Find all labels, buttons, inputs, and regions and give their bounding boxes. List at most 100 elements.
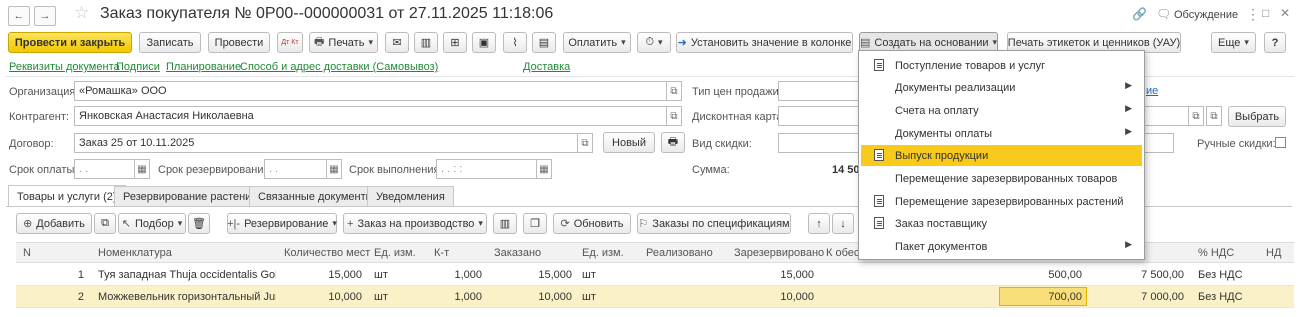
window-icon[interactable]: ❐ <box>523 213 547 234</box>
selection-button[interactable]: ↖ Подбор <box>118 213 186 234</box>
delete-row-icon[interactable]: 🗑 <box>188 213 210 234</box>
counterparty-field[interactable]: Янковская Анастасия Николаевна <box>74 106 668 126</box>
back-button[interactable]: ← <box>8 6 30 26</box>
move-down-icon[interactable]: ↓ <box>832 213 854 234</box>
col-places[interactable]: Количество мест <box>284 247 370 259</box>
menu-item-move-reserved-goods[interactable]: Перемещение зарезервированных товаров <box>861 168 1142 189</box>
link-planning[interactable]: Планирование <box>166 61 241 73</box>
reserve-term-field[interactable]: . . <box>264 159 328 179</box>
price-type-field[interactable] <box>778 81 860 101</box>
cell-sum: 7 500,00 <box>1141 269 1184 281</box>
col-sold[interactable]: Реализовано <box>646 247 713 259</box>
close-window-icon[interactable]: ✕ <box>1280 6 1290 20</box>
link-icon[interactable]: 🔗 <box>1132 7 1147 21</box>
form-icon[interactable]: ▤ <box>532 32 556 53</box>
barcode-icon[interactable]: ▥ <box>493 213 517 234</box>
reservation-button[interactable]: +|- Резервирование <box>227 213 337 234</box>
discussion-link[interactable]: Обсуждение <box>1174 9 1238 21</box>
exec-term-field[interactable]: . . : : <box>436 159 538 179</box>
organization-field[interactable]: «Ромашка» ООО <box>74 81 668 101</box>
favorite-star-icon[interactable]: ☆ <box>74 3 89 23</box>
menu-item-goods-receipt[interactable]: Поступление товаров и услуг <box>861 55 1142 76</box>
print-contract-icon[interactable]: 🖶 <box>661 132 685 153</box>
submenu-arrow-icon: ▶ <box>1125 126 1132 136</box>
copy-row-icon[interactable]: ⧉ <box>94 213 116 234</box>
menu-item-move-reserved-plants[interactable]: Перемещение зарезервированных растений <box>861 191 1142 212</box>
col-vat[interactable]: % НДС <box>1198 247 1234 259</box>
col-unit[interactable]: Ед. изм. <box>374 247 416 259</box>
barcode-icon[interactable]: ▥ <box>414 32 438 53</box>
menu-item-sales-docs[interactable]: Документы реализации ▶ <box>861 77 1142 98</box>
discount-type-field[interactable] <box>778 133 860 153</box>
open-icon[interactable]: ⧉ <box>666 106 682 126</box>
discount-type-field-tail[interactable] <box>1144 133 1174 153</box>
box-icon[interactable]: ▣ <box>472 32 496 53</box>
production-order-button[interactable]: + Заказ на производство <box>343 213 487 234</box>
link-document-details[interactable]: Реквизиты документа <box>9 61 120 73</box>
move-up-icon[interactable]: ↑ <box>808 213 830 234</box>
col-n[interactable]: N <box>23 247 31 259</box>
open-icon[interactable]: ⧉ <box>1188 106 1204 126</box>
link-signatures[interactable]: Подписи <box>116 61 160 73</box>
menu-item-invoices[interactable]: Счета на оплату ▶ <box>861 100 1142 121</box>
structure-icon[interactable]: ⊞ <box>443 32 467 53</box>
tab-notifications[interactable]: Уведомления <box>367 186 454 206</box>
email-icon[interactable]: ✉ <box>385 32 409 53</box>
menu-item-production-output[interactable]: Выпуск продукции <box>861 145 1142 166</box>
menu-item-supplier-order[interactable]: Заказ поставщику <box>861 213 1142 234</box>
calendar-icon[interactable]: ▦ <box>536 159 552 179</box>
link-delivery-method[interactable]: Способ и адрес доставки (Самовывоз) <box>240 61 438 73</box>
right-link[interactable]: ие <box>1146 85 1158 97</box>
choose-button[interactable]: Выбрать <box>1228 106 1286 127</box>
discount-card-label: Дисконтная карта: <box>692 111 786 123</box>
col-vat-sum[interactable]: НД <box>1266 247 1281 259</box>
discount-card-field[interactable] <box>778 106 860 126</box>
col-reserved[interactable]: Зарезервировано <box>734 247 824 259</box>
more-button[interactable]: Еще <box>1211 32 1256 53</box>
new-contract-button[interactable]: Новый <box>603 132 655 153</box>
dt-kt-icon[interactable]: Дт Кт <box>277 32 303 53</box>
spec-orders-button[interactable]: ⚐ Заказы по спецификациям <box>637 213 791 234</box>
flag-icon: ⚐ <box>638 218 649 230</box>
table-row[interactable]: 1 Туя западная Thuja occidentalis Gol...… <box>16 264 1294 286</box>
more-menu-icon[interactable]: ⋮ <box>1246 6 1260 23</box>
tab-related-docs[interactable]: Связанные документы <box>249 186 383 206</box>
menu-item-payment-docs[interactable]: Документы оплаты ▶ <box>861 123 1142 144</box>
right-field[interactable] <box>1144 106 1190 126</box>
col-unit2[interactable]: Ед. изм. <box>582 247 624 259</box>
post-and-close-button[interactable]: Провести и закрыть <box>8 32 132 53</box>
open-icon[interactable]: ⧉ <box>666 81 682 101</box>
col-ordered[interactable]: Заказано <box>494 247 541 259</box>
link-delivery[interactable]: Доставка <box>523 61 570 73</box>
forward-button[interactable]: → <box>34 6 56 26</box>
cell-ordered: 15,000 <box>538 269 572 281</box>
table-row-selected[interactable]: 2 Можжевельник горизонтальный Jun... 10,… <box>16 286 1294 308</box>
open-icon[interactable]: ⧉ <box>577 133 593 153</box>
post-button[interactable]: Провести <box>208 32 270 53</box>
refresh-button[interactable]: ⟳ Обновить <box>553 213 631 234</box>
cell-places: 10,000 <box>328 291 362 303</box>
contract-field[interactable]: Заказ 25 от 10.11.2025 <box>74 133 579 153</box>
pay-button[interactable]: Оплатить <box>563 32 631 53</box>
col-k[interactable]: К-т <box>434 247 449 259</box>
col-nomenclature[interactable]: Номенклатура <box>98 247 172 259</box>
set-column-value-button[interactable]: ➜ Установить значение в колонке <box>676 32 853 53</box>
save-button[interactable]: Записать <box>139 32 201 53</box>
calendar-icon[interactable]: ▦ <box>326 159 342 179</box>
open-icon[interactable]: ⧉ <box>1206 106 1222 126</box>
attachment-icon[interactable]: ⌇ <box>503 32 527 53</box>
menu-item-document-package[interactable]: Пакет документов ▶ <box>861 236 1142 257</box>
pay-term-field[interactable]: . . <box>74 159 136 179</box>
tab-goods[interactable]: Товары и услуги (2) <box>8 185 126 207</box>
chat-icon[interactable]: 🗨 <box>1156 7 1171 21</box>
manual-discount-checkbox[interactable] <box>1275 137 1286 148</box>
manual-discount-label: Ручные скидки: <box>1197 138 1276 150</box>
restore-window-icon[interactable]: □ <box>1262 6 1269 20</box>
print-button[interactable]: 🖶 Печать <box>309 32 378 53</box>
add-row-button[interactable]: ⊕ Добавить <box>16 213 92 234</box>
reminder-clock-icon[interactable]: ⏱ <box>637 32 671 53</box>
tab-plant-reservation[interactable]: Резервирование растений <box>114 186 267 206</box>
calendar-icon[interactable]: ▦ <box>134 159 150 179</box>
help-button[interactable]: ? <box>1264 32 1286 53</box>
reserve-term-label: Срок резервирования: <box>158 164 273 176</box>
